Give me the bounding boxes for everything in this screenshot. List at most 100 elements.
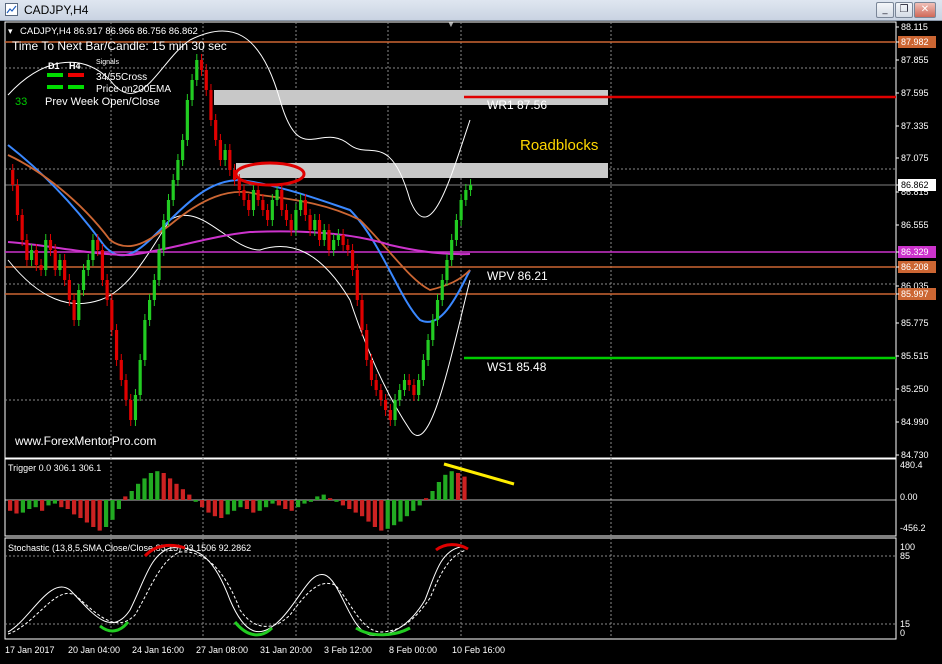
stochastic-axis: 10085150 [900,542,915,638]
candle-body [58,260,62,270]
trigger-bar [379,500,384,531]
close-button[interactable]: ✕ [914,2,936,18]
trigger-bar [148,473,153,500]
candle-body [11,170,15,185]
dropdown-arrow-icon[interactable]: ▾ [8,26,13,36]
candle-body [53,250,57,270]
candle-body [96,240,100,250]
time-axis: 17 Jan 2017 20 Jan 04:00 24 Jan 16:00 27 Ja… [5,645,505,655]
candle-body [195,60,199,80]
trigger-bar [193,500,198,502]
candle-body [242,190,246,200]
time-tick-label: 8 Feb 00:00 [389,645,437,655]
prev-week-label: Prev Week Open/Close [45,96,160,108]
candle-body [228,150,232,170]
candle-body [105,280,109,300]
candle-body [199,60,204,70]
minimize-button[interactable]: _ [876,2,894,18]
trigger-bar [244,500,249,509]
ws1-label: WS1 85.48 [487,360,547,374]
trigger-bar [212,500,217,517]
candle-body [374,380,378,390]
trigger-bar [65,500,70,509]
trigger-bar [430,491,435,500]
trigger-bar [174,483,179,500]
price-axis: 88.115 87.982 87.855 87.595 87.335 87.075 86.8… [896,22,936,460]
trigger-bar [8,500,13,511]
candle-body [308,215,312,230]
candle-body [251,190,256,210]
chart-area[interactable]: WR1 87.56 Roadblocks WPV 86.21 WS1 85.48… [0,20,942,664]
trigger-bar [123,496,128,500]
price-tick-label: 84.730 [901,450,929,460]
trigger-bar [340,500,345,506]
time-tick-label: 20 Jan 04:00 [68,645,120,655]
trigger-bar [443,474,448,500]
price-tick-label: 86.555 [901,220,929,230]
trigger-bar [225,500,230,515]
candle-body [77,290,81,320]
candle-body [237,180,241,190]
candle-body [25,240,29,260]
candle-body [148,300,152,320]
trigger-bar [411,500,416,511]
trigger-bar [264,500,269,508]
trigger-bar [129,491,134,500]
candle-body [365,330,369,360]
trigger-bar [417,500,422,506]
candle-body [162,220,166,250]
candle-body [294,210,298,230]
trigger-bar [392,500,397,526]
candle-body [124,380,128,400]
candle-body [464,190,468,200]
shift-marker-icon[interactable]: ▼ [447,20,455,29]
candle-body [431,320,435,340]
candle-body [20,215,24,240]
candle-body [426,340,430,360]
roadblocks-label: Roadblocks [520,137,598,154]
trigger-bar [424,498,429,500]
trigger-bar [84,500,89,523]
stochastic-label: Stochastic (13,8,5,SMA,Close/Close,85,15… [8,543,251,553]
trigger-bar [404,500,409,517]
price-tick-label: 85.997 [901,289,929,299]
candle-body [459,200,463,220]
signals-title: Signals [96,59,119,66]
trigger-bar [116,500,121,509]
candle-body [388,410,392,420]
trigger-bar [104,500,109,527]
time-tick-label: 24 Jan 16:00 [132,645,184,655]
candle-body [266,210,270,220]
candle-body [72,300,76,320]
trigger-bar [59,500,64,508]
trigger-bar [206,500,211,513]
candle-body [435,300,440,320]
time-tick-label: 3 Feb 12:00 [324,645,372,655]
d1-ema-signal [47,85,63,89]
candle-body [369,360,374,380]
trigger-bar [270,500,275,504]
window-titlebar[interactable]: CADJPY,H4 _ ❐ ✕ [0,0,942,21]
trigger-bar [334,500,339,502]
price-tick-label: 87.075 [901,153,929,163]
candle-body [450,240,454,260]
restore-button[interactable]: ❐ [895,2,913,18]
candle-body [402,380,407,390]
trigger-bar [142,478,147,500]
candle-body [223,150,227,160]
candle-body [176,160,180,180]
trigger-bar [46,500,51,506]
price-tick-label: 87.335 [901,121,929,131]
d1-cross-signal [47,73,63,77]
candle-body [280,190,284,210]
price-tick-label: 88.115 [901,22,928,32]
candle-body [398,390,402,400]
candle-body [86,260,90,270]
price-tick-label: 84.990 [901,417,929,427]
bar-timer: Time To Next Bar/Candle: 15 min 30 sec [12,39,227,53]
trigger-bar [398,500,403,522]
minimize-icon: _ [882,4,888,15]
trigger-bar [72,500,77,515]
candle-body [317,220,322,240]
candle-body [30,250,34,260]
